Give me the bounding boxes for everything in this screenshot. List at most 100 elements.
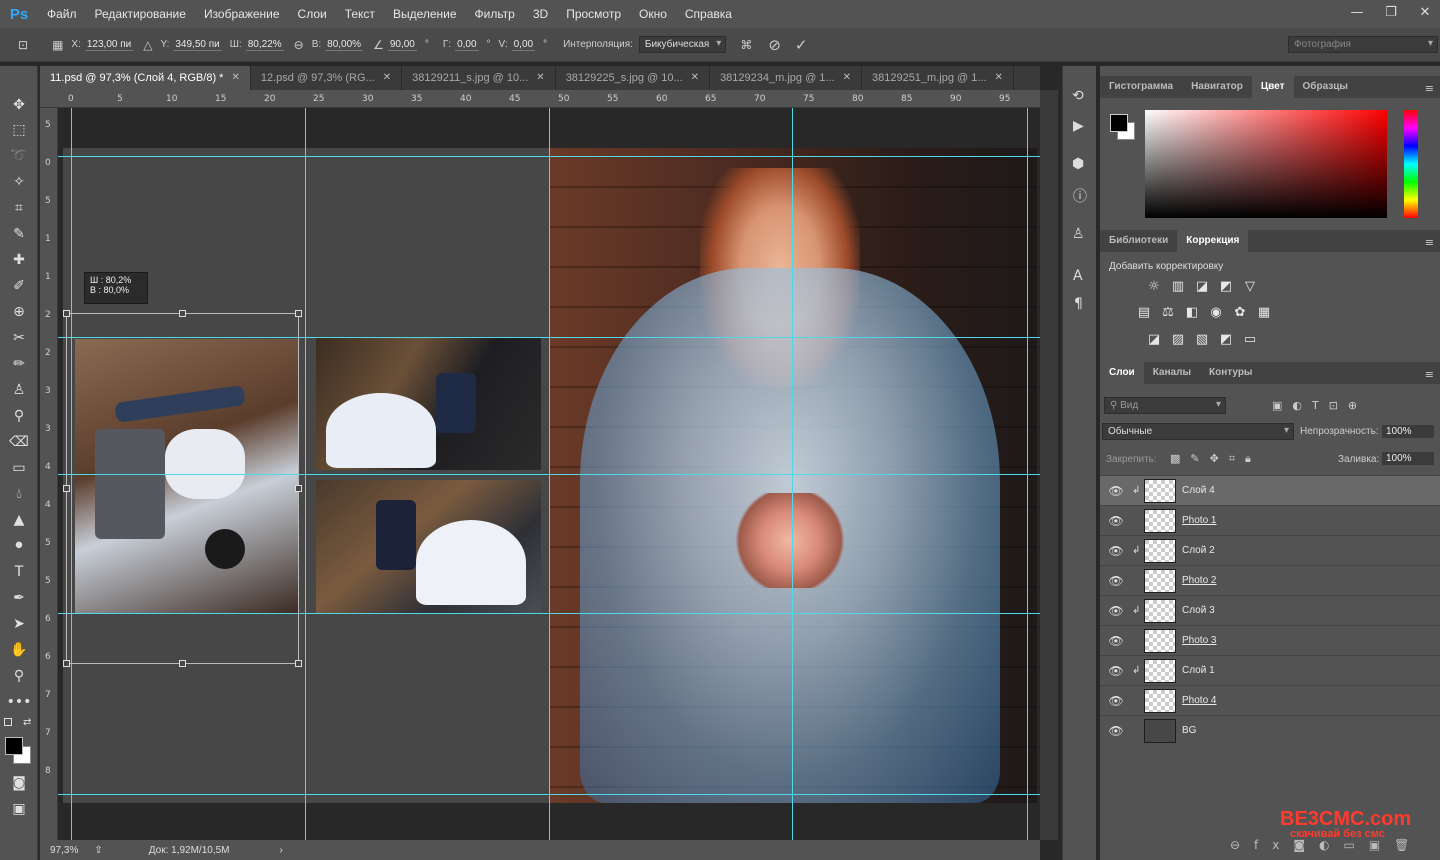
link-icon[interactable]: ⊖ bbox=[294, 38, 304, 52]
menu-item[interactable]: Слои bbox=[289, 0, 336, 28]
layer-row[interactable]: 👁︎ ↲ Слой 3 bbox=[1100, 595, 1440, 625]
close-tab-icon[interactable]: ✕ bbox=[995, 66, 1003, 90]
menu-item[interactable]: Выделение bbox=[384, 0, 466, 28]
menu-item[interactable]: Фильтр bbox=[466, 0, 524, 28]
h-field[interactable]: 80,00% bbox=[325, 39, 364, 51]
visibility-eye-icon[interactable]: 👁︎ bbox=[1100, 574, 1132, 588]
3d-panel-icon[interactable]: ⬢ bbox=[1072, 156, 1084, 172]
swap-colors-icon[interactable]: ⇄ bbox=[23, 717, 31, 728]
transform-handle[interactable] bbox=[63, 660, 70, 667]
zoom-level[interactable]: 97,3% bbox=[50, 845, 78, 856]
menu-item[interactable]: Изображение bbox=[195, 0, 289, 28]
actions-panel-icon[interactable]: ▶ bbox=[1073, 118, 1084, 134]
transform-handle[interactable] bbox=[63, 485, 70, 492]
panel-tab[interactable]: Контуры bbox=[1200, 362, 1261, 384]
layer-row[interactable]: 👁︎ BG bbox=[1100, 715, 1440, 745]
healing-tool-icon[interactable]: ✚ bbox=[7, 249, 31, 271]
character-panel-icon[interactable]: A bbox=[1073, 268, 1083, 284]
warp-mode-icon[interactable]: ⌘ bbox=[740, 38, 752, 52]
layer-row[interactable]: 👁︎ ↲ Слой 1 bbox=[1100, 655, 1440, 685]
panel-tab[interactable]: Навигатор bbox=[1182, 76, 1252, 98]
restore-button[interactable]: ❐ bbox=[1374, 0, 1408, 24]
invert-icon[interactable]: ◪ bbox=[1146, 333, 1162, 347]
vibrance-icon[interactable]: ▽ bbox=[1242, 280, 1258, 294]
hand-tool-icon[interactable]: ✋ bbox=[7, 639, 31, 661]
panel-tab[interactable]: Коррекция bbox=[1177, 230, 1249, 252]
close-tab-icon[interactable]: ✕ bbox=[231, 66, 239, 90]
move-tool-preset-icon[interactable]: ⊡ bbox=[18, 38, 28, 52]
visibility-eye-icon[interactable]: 👁︎ bbox=[1100, 604, 1132, 618]
threshold-icon[interactable]: ▧ bbox=[1194, 333, 1210, 347]
pen-tool-icon[interactable]: ✒ bbox=[7, 587, 31, 609]
color-balance-icon[interactable]: ⚖ bbox=[1160, 306, 1176, 320]
curves-icon[interactable]: ◪ bbox=[1194, 280, 1210, 294]
panel-menu-icon[interactable]: ≡ bbox=[1425, 368, 1434, 381]
layer-filter-select[interactable]: ⚲ Вид bbox=[1104, 397, 1226, 414]
lasso-tool-icon[interactable]: ➰ bbox=[7, 145, 31, 167]
panel-tab[interactable]: Слои bbox=[1100, 362, 1144, 384]
visibility-eye-icon[interactable]: 👁︎ bbox=[1100, 484, 1132, 498]
opacity-field[interactable]: 100% bbox=[1382, 425, 1434, 438]
close-tab-icon[interactable]: ✕ bbox=[691, 66, 699, 90]
marquee-tool-icon[interactable]: ⬚ bbox=[7, 119, 31, 141]
move-tool-icon[interactable]: ✥ bbox=[7, 94, 31, 116]
panel-tab[interactable]: Цвет bbox=[1251, 76, 1294, 98]
close-window-button[interactable]: ✕ bbox=[1408, 0, 1440, 24]
path-select-icon[interactable]: ➤ bbox=[7, 613, 31, 635]
share-icon[interactable]: ⇪ bbox=[94, 845, 102, 856]
workspace-select[interactable]: Фотография bbox=[1288, 36, 1438, 53]
screen-mode-icon[interactable]: ▣ bbox=[7, 798, 31, 820]
fill-field[interactable]: 100% bbox=[1382, 452, 1434, 465]
paragraph-panel-icon[interactable]: ¶ bbox=[1074, 296, 1083, 312]
close-tab-icon[interactable]: ✕ bbox=[536, 66, 544, 90]
gradient-tool-icon[interactable]: ▭ bbox=[7, 457, 31, 479]
panel-tab[interactable]: Библиотеки bbox=[1100, 230, 1177, 252]
info-panel-icon[interactable]: ⓘ bbox=[1073, 186, 1087, 206]
selective-color-icon[interactable]: ◩ bbox=[1218, 333, 1234, 347]
history-brush-icon[interactable]: ✂ bbox=[7, 327, 31, 349]
menu-item[interactable]: Текст bbox=[336, 0, 384, 28]
layer-row[interactable]: 👁︎ Photo 2 bbox=[1100, 565, 1440, 595]
blur-tool-icon[interactable]: 💧︎ bbox=[7, 483, 31, 505]
panel-tab[interactable]: Образцы bbox=[1294, 76, 1357, 98]
visibility-eye-icon[interactable]: 👁︎ bbox=[1100, 544, 1132, 558]
transform-handle[interactable] bbox=[63, 310, 70, 317]
color-lookup-icon[interactable]: ▦ bbox=[1256, 306, 1272, 320]
gradient-map-icon[interactable]: ▭ bbox=[1242, 333, 1258, 347]
visibility-eye-icon[interactable]: 👁︎ bbox=[1100, 694, 1132, 708]
channel-mixer-icon[interactable]: ✿ bbox=[1232, 306, 1248, 320]
visibility-eye-icon[interactable]: 👁︎ bbox=[1100, 634, 1132, 648]
exposure-icon[interactable]: ◩ bbox=[1218, 280, 1234, 294]
layer-row[interactable]: 👁︎ Photo 4 bbox=[1100, 685, 1440, 715]
document-tab[interactable]: 38129211_s.jpg @ 10... ✕ bbox=[402, 66, 556, 90]
vskew-field[interactable]: 0,00 bbox=[511, 39, 536, 51]
posterize-icon[interactable]: ▨ bbox=[1170, 333, 1186, 347]
hskew-field[interactable]: 0,00 bbox=[455, 39, 479, 51]
more-tools-icon[interactable]: ••• bbox=[7, 691, 32, 713]
angle-field[interactable]: 90,00 bbox=[387, 39, 417, 51]
status-menu-icon[interactable]: › bbox=[280, 845, 283, 856]
document-tab[interactable]: 12.psd @ 97,3% (RG... ✕ bbox=[251, 66, 403, 90]
menu-item[interactable]: Окно bbox=[630, 0, 676, 28]
close-tab-icon[interactable]: ✕ bbox=[383, 66, 391, 90]
photo-3[interactable] bbox=[316, 480, 541, 613]
art-history-icon[interactable]: ⚲ bbox=[7, 405, 31, 427]
layer-footer-icons[interactable]: ⊖fx◙◐▭▣🗑︎ bbox=[1230, 838, 1423, 852]
hue-saturation-icon[interactable]: ▤ bbox=[1136, 306, 1152, 320]
reference-point-icon[interactable]: ▦ bbox=[52, 38, 63, 52]
transform-handle[interactable] bbox=[295, 660, 302, 667]
visibility-eye-icon[interactable]: 👁︎ bbox=[1100, 664, 1132, 678]
eraser-tool-icon[interactable]: ⌫ bbox=[7, 431, 31, 453]
magic-wand-tool-icon[interactable]: ✧ bbox=[7, 171, 31, 193]
visibility-eye-icon[interactable]: 👁︎ bbox=[1100, 514, 1132, 528]
transform-handle[interactable] bbox=[295, 485, 302, 492]
photo-filter-icon[interactable]: ◉ bbox=[1208, 306, 1224, 320]
photo-4[interactable] bbox=[550, 148, 1037, 803]
panel-tab[interactable]: Каналы bbox=[1144, 362, 1200, 384]
document-tab[interactable]: 38129234_m.jpg @ 1... ✕ bbox=[710, 66, 862, 90]
brightness-icon[interactable]: ☼ bbox=[1146, 280, 1162, 294]
zoom-tool-icon[interactable]: ⚲ bbox=[7, 665, 31, 687]
lock-icons[interactable]: ▩✎✥⌗🔒︎ bbox=[1170, 452, 1261, 466]
canvas-area[interactable]: Ш : 80,2% В : 80,0% bbox=[58, 108, 1040, 840]
cancel-transform-icon[interactable]: ⊘ bbox=[768, 36, 781, 54]
